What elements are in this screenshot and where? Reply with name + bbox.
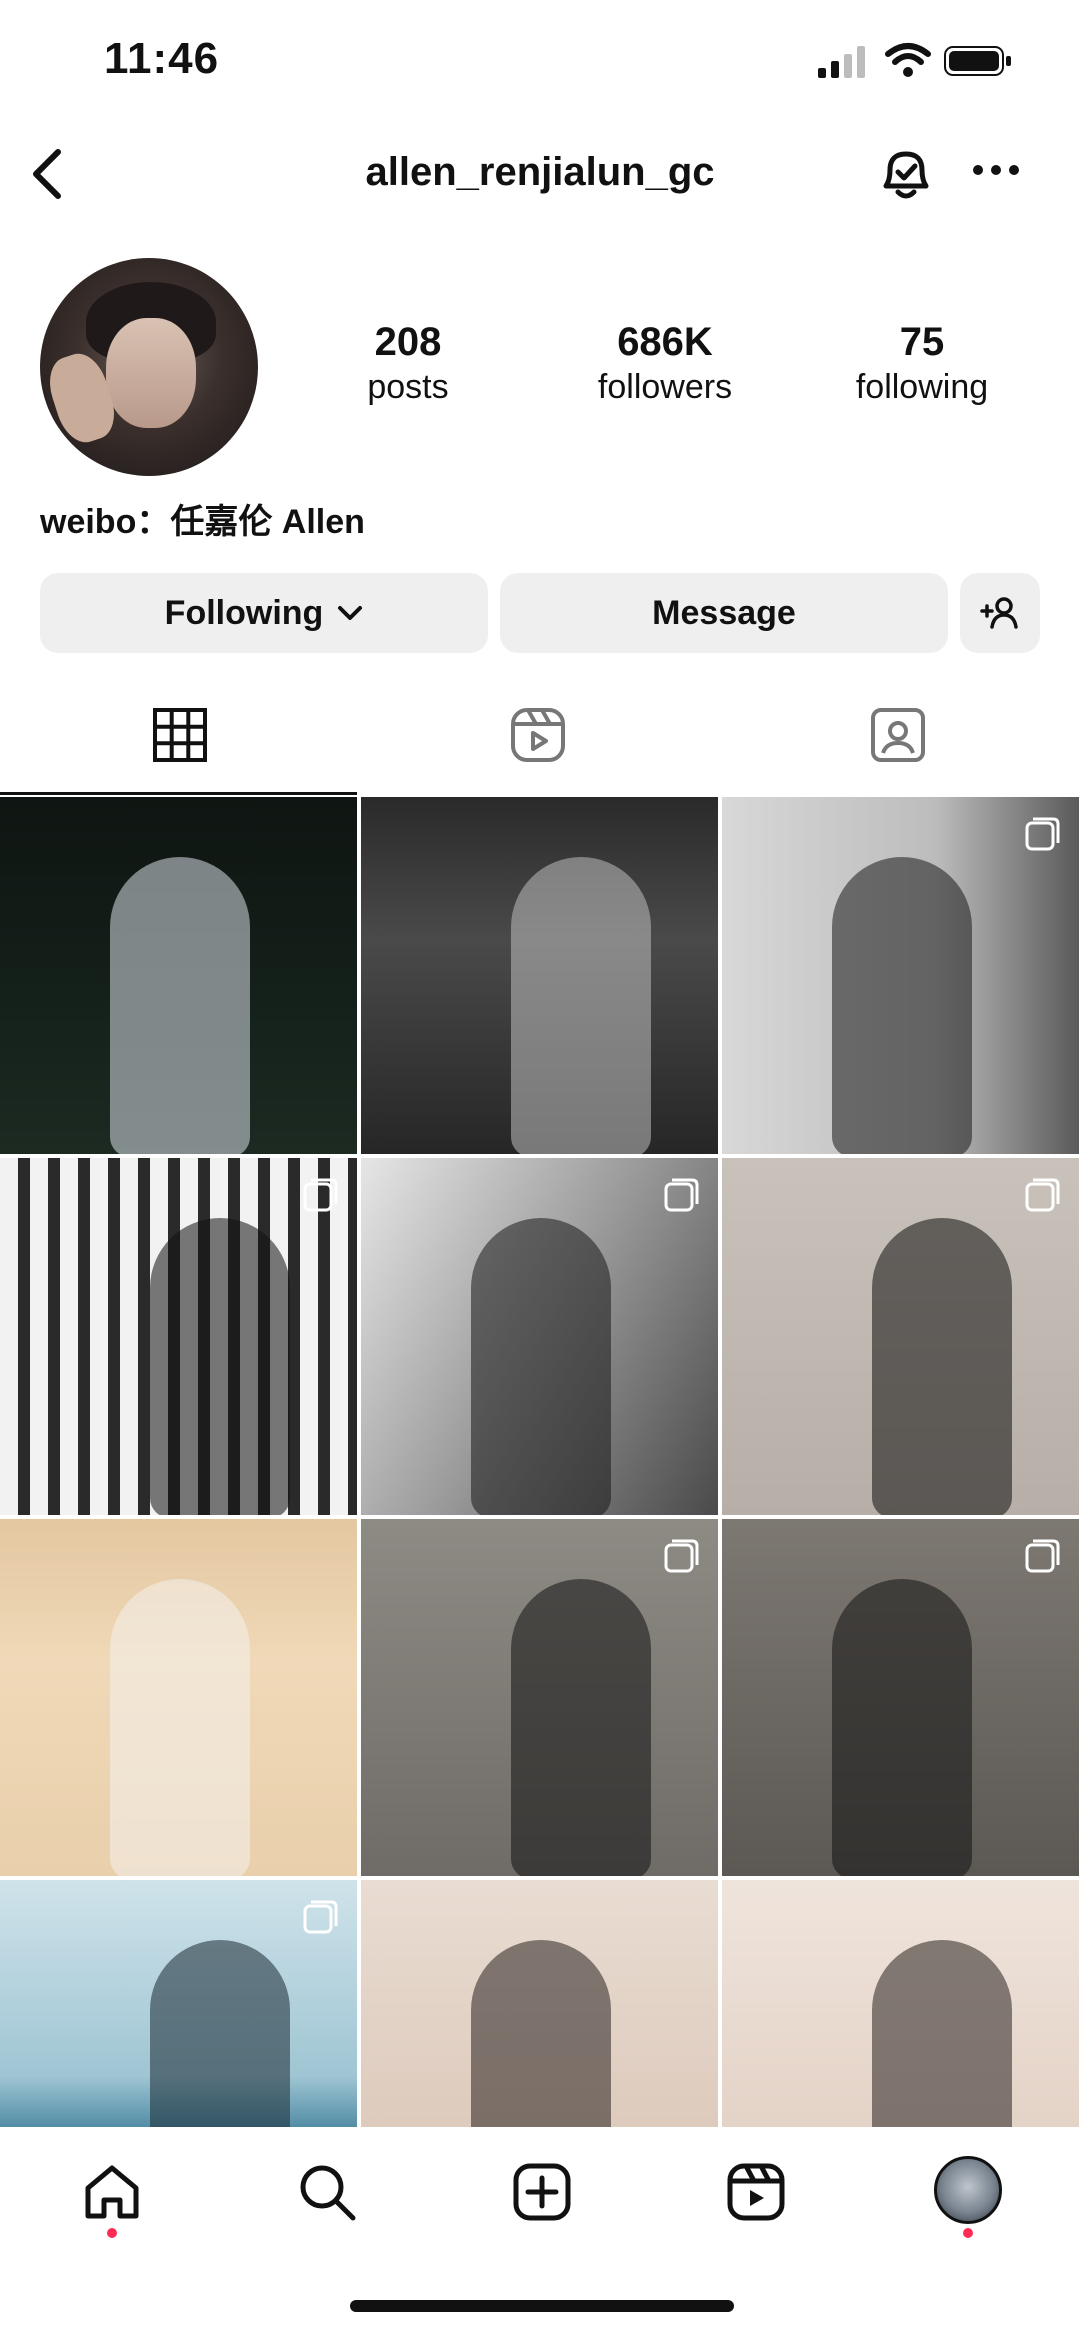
followers-count: 686K [617,320,713,364]
post-photo-subject [110,857,250,1154]
home-indicator [350,2300,734,2312]
reels-tab-icon[interactable] [508,705,568,765]
post-photo-subject [110,1579,250,1876]
post-photo-subject [832,1579,972,1876]
post-thumbnail[interactable] [0,797,357,1154]
post-photo-subject [832,857,972,1154]
search-icon[interactable] [295,2160,359,2224]
following-stat[interactable]: 75 following [822,318,1022,408]
home-icon[interactable] [80,2160,144,2224]
cellular-signal-icon [818,46,865,78]
profile-tab-avatar[interactable] [934,2156,1002,2224]
post-photo-subject [872,1218,1012,1515]
message-button-label: Message [652,593,796,632]
post-photo-subject [471,1940,611,2127]
message-button[interactable]: Message [500,573,948,653]
post-thumbnail[interactable] [361,1158,718,1515]
more-options-icon[interactable] [970,160,1022,180]
post-photo-subject [150,1940,290,2127]
post-photo-subject [511,1579,651,1876]
post-thumbnail[interactable] [0,1158,357,1515]
active-tab-indicator [0,792,357,795]
carousel-icon [1025,817,1060,851]
home-notification-dot [107,2228,117,2238]
following-button-label: Following [164,593,324,632]
post-thumbnail[interactable] [0,1880,357,2127]
tagged-tab-icon[interactable] [868,705,928,765]
post-thumbnail[interactable] [722,1158,1079,1515]
post-thumbnail[interactable] [361,797,718,1154]
profile-bio: weibo：任嘉伦 Allen [40,503,365,541]
posts-grid [0,797,1080,2127]
profile-avatar[interactable] [40,258,258,476]
carousel-icon [1025,1539,1060,1573]
carousel-icon [1025,1178,1060,1212]
post-thumbnail[interactable] [722,1880,1079,2127]
chevron-down-icon [338,606,363,620]
wifi-icon [885,43,931,77]
reels-icon[interactable] [724,2160,788,2224]
status-time: 11:46 [104,34,220,83]
following-button[interactable]: Following [40,573,488,653]
post-thumbnail[interactable] [361,1519,718,1876]
posts-grid-tab-icon[interactable] [150,705,210,765]
post-photo-subject [511,857,651,1154]
following-count: 75 [899,320,945,364]
posts-stat[interactable]: 208 posts [308,318,508,408]
post-photo-subject [150,1218,290,1515]
create-post-icon[interactable] [510,2160,574,2224]
following-label: following [855,368,989,406]
carousel-icon [303,1900,338,1934]
battery-icon [944,46,1011,76]
post-photo-subject [872,1940,1012,2127]
carousel-icon [664,1178,699,1212]
followers-stat[interactable]: 686K followers [565,318,765,408]
post-thumbnail[interactable] [0,1519,357,1876]
carousel-icon [303,1178,338,1212]
profile-notification-dot [963,2228,973,2238]
notification-bell-icon[interactable] [876,146,936,202]
post-photo-subject [471,1218,611,1515]
posts-count: 208 [374,320,442,364]
carousel-icon [664,1539,699,1573]
post-thumbnail[interactable] [722,797,1079,1154]
post-thumbnail[interactable] [722,1519,1079,1876]
post-thumbnail[interactable] [361,1880,718,2127]
suggested-users-button[interactable] [960,573,1040,653]
posts-label: posts [367,368,449,406]
add-person-icon [980,597,1018,629]
followers-label: followers [597,368,733,406]
